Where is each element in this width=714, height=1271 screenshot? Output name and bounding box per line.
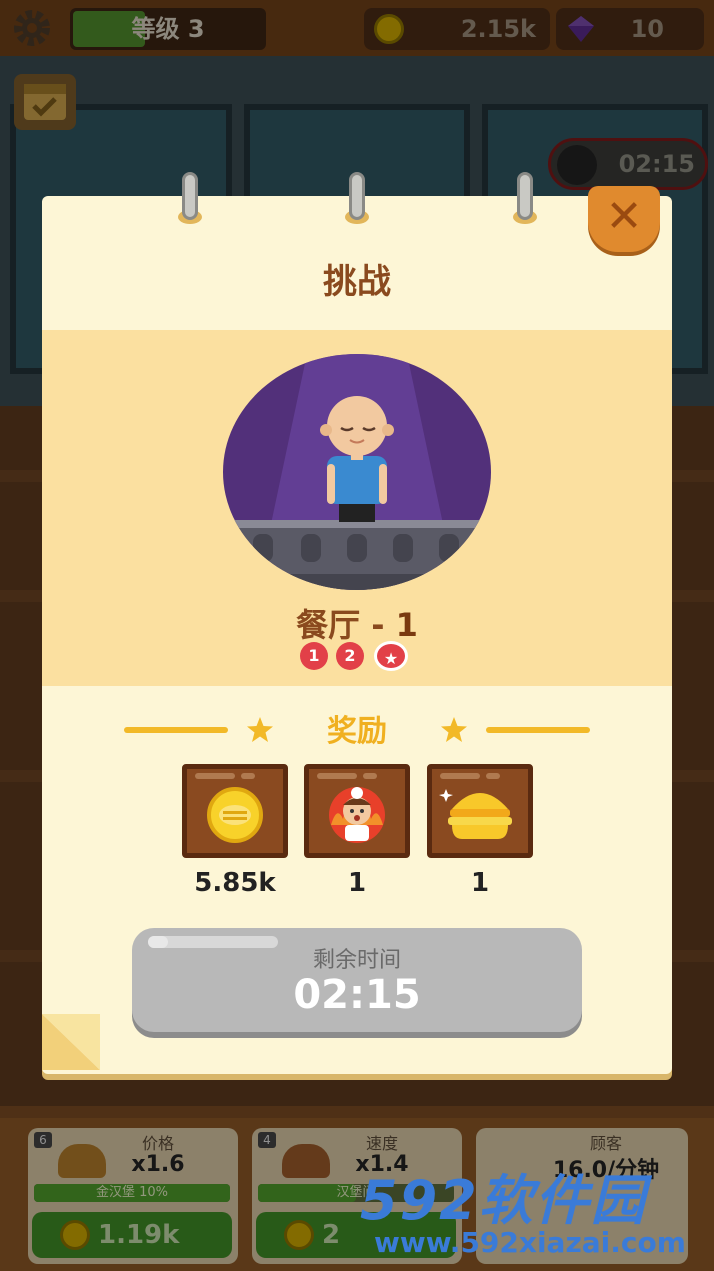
burger-icon (439, 789, 512, 839)
reward-value-chef: 1 (347, 868, 367, 898)
remaining-time-value: 02:15 (293, 972, 421, 1018)
stage-number: 1 (395, 606, 418, 644)
ring-post (517, 172, 533, 220)
page-corner-fold (42, 1014, 100, 1070)
ring-post (182, 172, 198, 220)
remaining-time-label: 剩余时间 (312, 948, 401, 973)
remaining-time-button[interactable]: 剩余时间 02:15 (132, 928, 582, 1032)
stage-name-text: 餐厅 - (296, 606, 396, 644)
tile-decoration (363, 773, 377, 779)
tile-decoration (195, 773, 235, 779)
stage-step-star: ★ (374, 641, 408, 671)
binder-ring (178, 172, 202, 230)
stage-steps: 1 2 ★ (300, 641, 414, 672)
reward-value-burger: 1 (470, 868, 490, 898)
ring-post (349, 172, 365, 220)
challenge-modal: 挑战 餐厅 - 1 1 2 ★ 奖励 5.85k 1 1 剩余时间 02:15 (42, 196, 672, 1074)
reward-divider-right (486, 727, 590, 733)
watermark: 592软件园 www.592xiazai.com (360, 1156, 710, 1271)
close-button[interactable]: ✕ (588, 186, 660, 252)
tile-decoration (241, 773, 255, 779)
tile-decoration (440, 773, 480, 779)
modal-title: 挑战 (323, 262, 391, 302)
coin-icon (207, 787, 263, 843)
close-icon: ✕ (605, 191, 643, 242)
stage-step-2: 2 (336, 642, 364, 670)
watermark-brand: 592软件园 (360, 1169, 647, 1232)
customer-portrait (223, 354, 491, 590)
tile-decoration (486, 773, 500, 779)
watermark-url: www.592xiazai.com (374, 1226, 686, 1259)
tile-decoration (317, 773, 357, 779)
star-icon (441, 717, 467, 742)
stage-name: 餐厅 - 1 (42, 600, 672, 646)
customer-illustration (223, 354, 491, 590)
chef-icon (329, 787, 385, 843)
reward-tile-coin (182, 764, 288, 858)
reward-value-coin: 5.85k (194, 868, 276, 898)
reward-tile-burger (427, 764, 533, 858)
reward-tile-chef (304, 764, 410, 858)
binder-ring (345, 172, 369, 230)
binder-ring (513, 172, 537, 230)
stage-step-1: 1 (300, 642, 328, 670)
